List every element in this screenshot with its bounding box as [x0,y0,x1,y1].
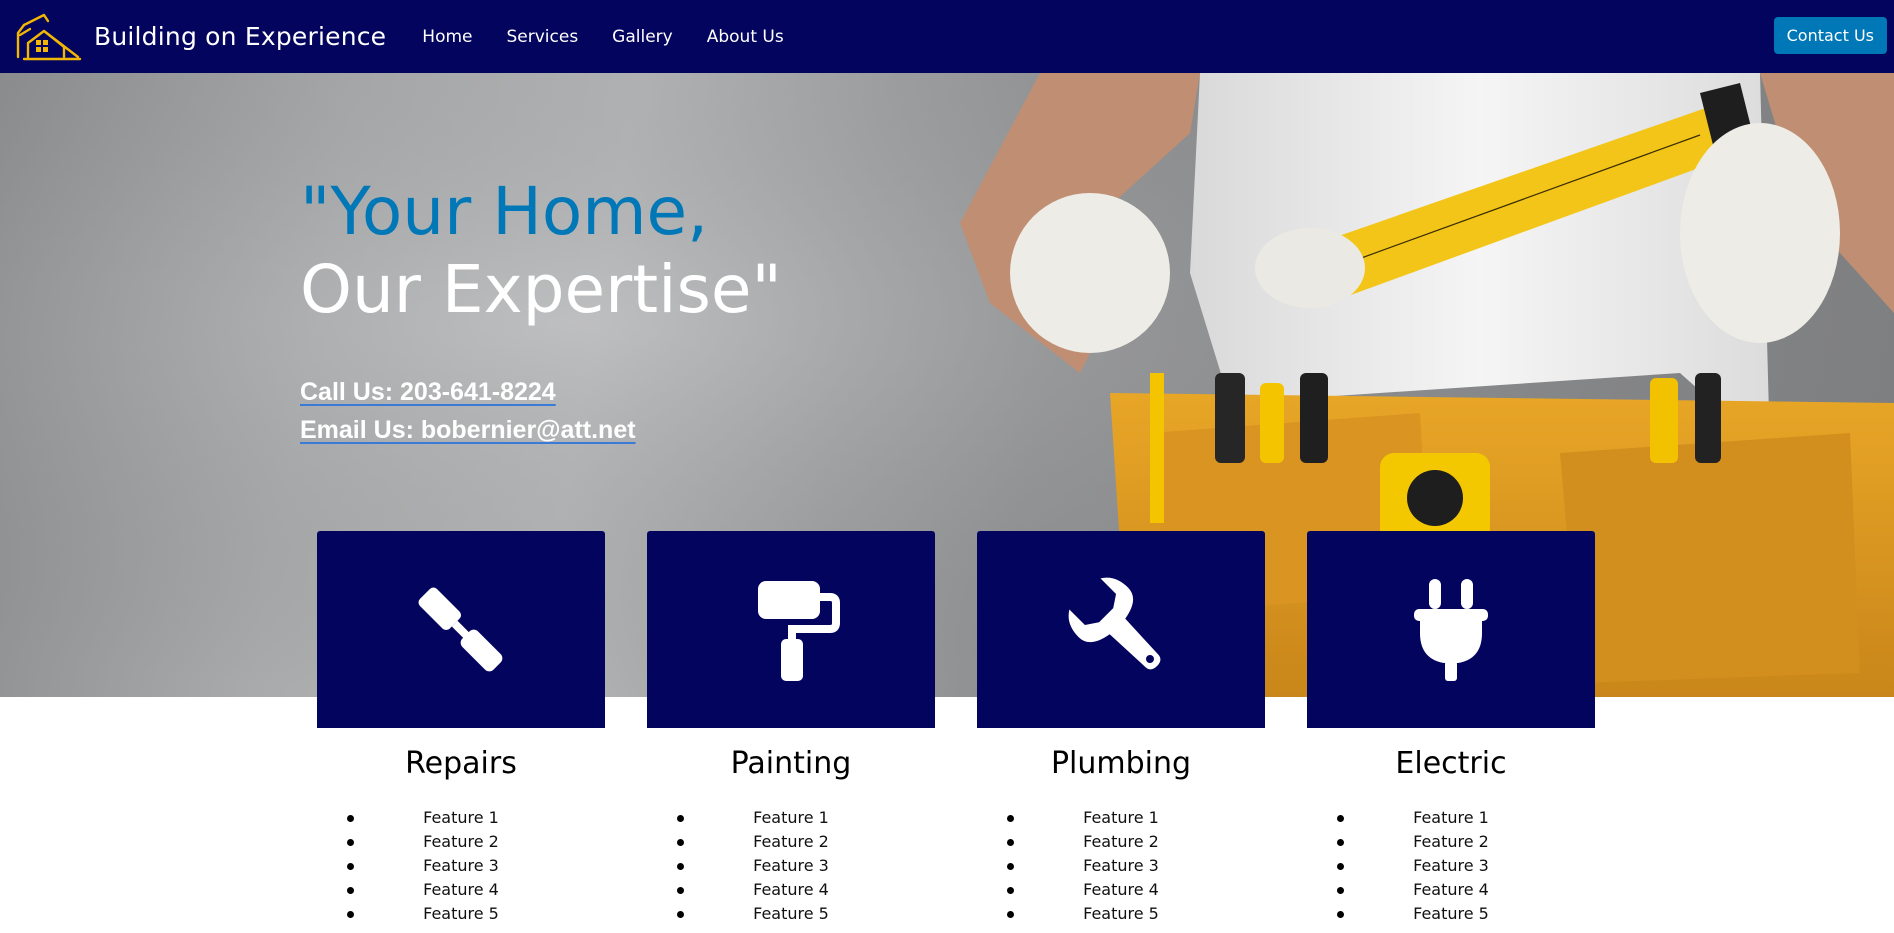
services-section: Repairs Feature 1 Feature 2 Feature 3 Fe… [0,531,1894,933]
list-item: Feature 5 [1307,902,1595,926]
hero-contact: Call Us: 203-641-8224 Email Us: bobernie… [300,373,636,449]
plumbing-icon-tile[interactable] [977,531,1265,728]
list-item: Feature 2 [647,830,935,854]
service-title: Painting [730,746,852,781]
feature-list: Feature 1 Feature 2 Feature 3 Feature 4 … [977,806,1265,926]
paint-roller-icon [758,580,840,681]
brand-name: Building on Experience [94,22,387,51]
list-item: Feature 4 [317,878,605,902]
nav-link-home[interactable]: Home [422,27,472,47]
electric-icon-tile[interactable] [1307,531,1595,728]
list-item: Feature 4 [977,878,1265,902]
list-item: Feature 5 [317,902,605,926]
hero-title-line2: Our Expertise" [300,251,782,328]
list-item: Feature 5 [977,902,1265,926]
list-item: Feature 3 [1307,854,1595,878]
service-card-painting: Painting Feature 1 Feature 2 Feature 3 F… [647,531,935,926]
service-card-electric: Electric Feature 1 Feature 2 Feature 3 F… [1307,531,1595,926]
list-item: Feature 2 [1307,830,1595,854]
list-item: Feature 5 [647,902,935,926]
nav-links: Home Services Gallery About Us [406,0,801,73]
email-us-link[interactable]: Email Us: bobernier@att.net [300,411,636,449]
feature-list: Feature 1 Feature 2 Feature 3 Feature 4 … [647,806,935,926]
contact-us-button[interactable]: Contact Us [1773,17,1887,54]
nav-link-services[interactable]: Services [506,27,578,47]
list-item: Feature 2 [977,830,1265,854]
plug-icon [1414,578,1488,681]
list-item: Feature 1 [317,806,605,830]
house-crane-logo-icon [16,13,82,60]
list-item: Feature 2 [317,830,605,854]
nav-link-about-us[interactable]: About Us [707,27,784,47]
list-item: Feature 4 [647,878,935,902]
hero-title: "Your Home, Our Expertise" [300,173,782,329]
screwdriver-icon [418,587,503,671]
list-item: Feature 3 [317,854,605,878]
top-navbar: Building on Experience Home Services Gal… [0,0,1894,73]
wrench-icon [1068,577,1161,669]
list-item: Feature 3 [977,854,1265,878]
list-item: Feature 4 [1307,878,1595,902]
list-item: Feature 1 [647,806,935,830]
service-card-repairs: Repairs Feature 1 Feature 2 Feature 3 Fe… [317,531,605,926]
painting-icon-tile[interactable] [647,531,935,728]
feature-list: Feature 1 Feature 2 Feature 3 Feature 4 … [1307,806,1595,926]
service-title: Electric [1395,746,1507,781]
list-item: Feature 3 [647,854,935,878]
service-card-plumbing: Plumbing Feature 1 Feature 2 Feature 3 F… [977,531,1265,926]
feature-list: Feature 1 Feature 2 Feature 3 Feature 4 … [317,806,605,926]
service-title: Repairs [405,746,517,781]
service-title: Plumbing [1050,746,1192,781]
nav-link-gallery[interactable]: Gallery [612,27,673,47]
list-item: Feature 1 [977,806,1265,830]
list-item: Feature 1 [1307,806,1595,830]
call-us-link[interactable]: Call Us: 203-641-8224 [300,373,636,411]
hero-title-line1: "Your Home, [300,173,709,250]
repairs-icon-tile[interactable] [317,531,605,728]
brand[interactable]: Building on Experience [14,0,386,73]
